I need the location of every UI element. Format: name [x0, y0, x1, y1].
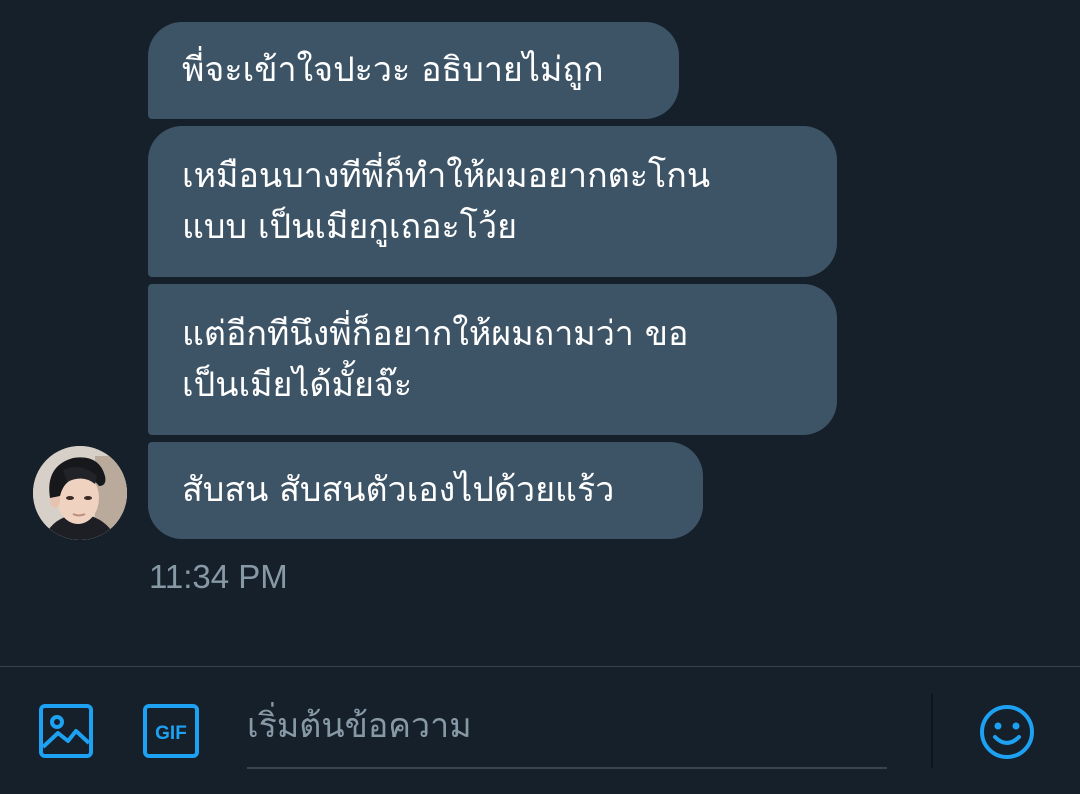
message-text-line: แบบ เป็นเมียกูเถอะโว้ย: [182, 206, 518, 247]
dm-screen: พี่จะเข้าใจปะวะ อธิบายไม่ถูก เหมือนบางที…: [0, 0, 1080, 794]
message-input[interactable]: [247, 691, 887, 761]
conversation: พี่จะเข้าใจปะวะ อธิบายไม่ถูก เหมือนบางที…: [0, 0, 1080, 666]
message-bubble[interactable]: แต่อีกทีนึงพี่ก็อยากให้ผมถามว่า ขอ เป็นเ…: [148, 284, 837, 435]
message-text-line: เป็นเมียได้มั้ยจ๊ะ: [182, 364, 413, 405]
message-timestamp: 11:34 PM: [149, 558, 288, 595]
gif-icon[interactable]: GIF: [142, 703, 200, 759]
message-text-line: แต่อีกทีนึงพี่ก็อยากให้ผมถามว่า ขอ: [182, 313, 689, 354]
gif-label: GIF: [155, 723, 187, 744]
avatar-photo: [33, 446, 127, 540]
message-text-line: เหมือนบางทีพี่ก็ทำให้ผมอยากตะโกน: [182, 155, 711, 196]
emoji-icon[interactable]: [978, 703, 1036, 761]
divider: [931, 694, 933, 768]
message-text-line: พี่จะเข้าใจปะวะ อธิบายไม่ถูก: [182, 50, 604, 90]
message-bubble[interactable]: พี่จะเข้าใจปะวะ อธิบายไม่ถูก: [148, 22, 679, 119]
message-input-wrapper: [247, 691, 887, 769]
message-bubble[interactable]: สับสน สับสนตัวเองไปด้วยแร้ว: [148, 442, 703, 539]
message-composer: GIF: [0, 666, 1080, 794]
message-text-line: สับสน สับสนตัวเองไปด้วยแร้ว: [182, 470, 615, 510]
avatar[interactable]: [33, 446, 127, 540]
message-bubble[interactable]: เหมือนบางทีพี่ก็ทำให้ผมอยากตะโกน แบบ เป็…: [148, 126, 837, 277]
image-icon[interactable]: [38, 703, 94, 759]
